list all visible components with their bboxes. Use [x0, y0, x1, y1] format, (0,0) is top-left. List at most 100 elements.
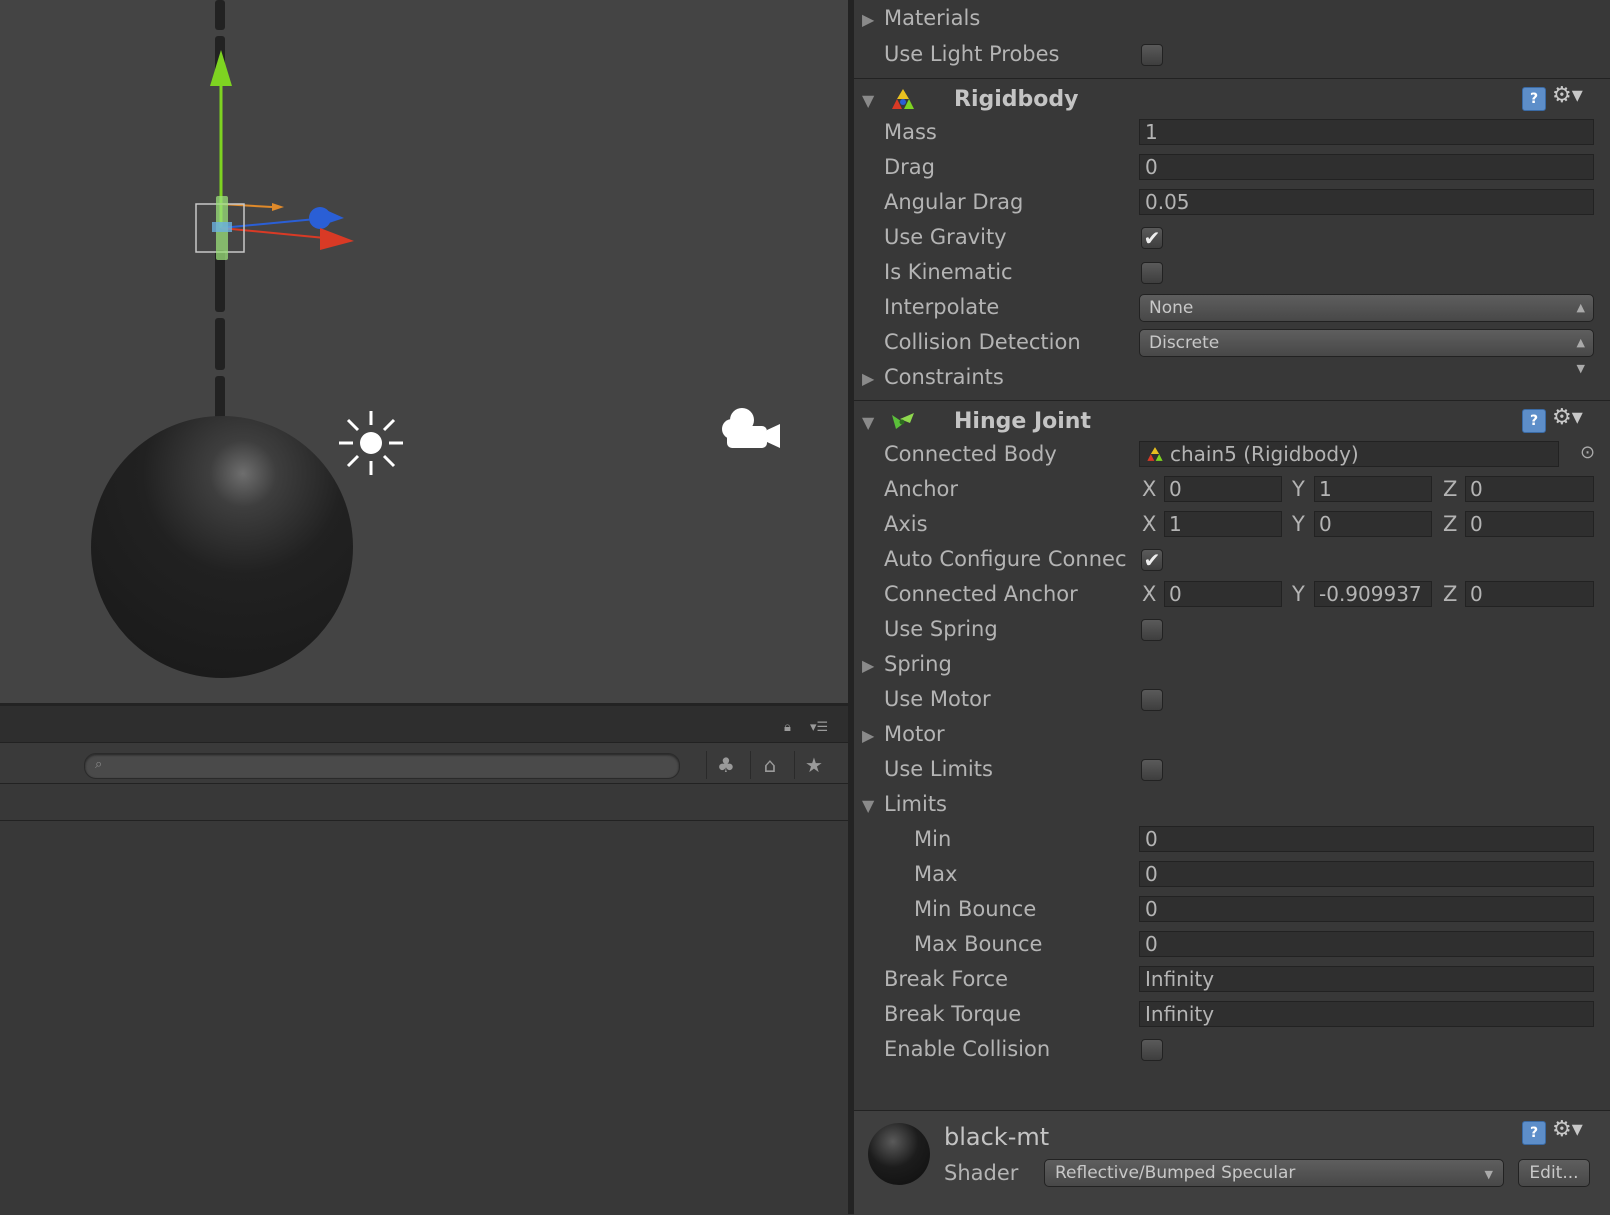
min-label: Min [914, 827, 952, 851]
rigidbody-icon [892, 89, 914, 109]
use-light-probes-checkbox[interactable] [1141, 44, 1163, 66]
panel-toolbar: ⌕ ♣ ⌂ ★ [0, 743, 848, 784]
object-picker-icon[interactable]: ⊙ [1580, 442, 1595, 463]
panel-tab-bar: 🔒︎ ▾☰ [0, 706, 848, 743]
connected-body-row: Connected Body chain5 (Rigidbody) ⊙ [854, 438, 1595, 472]
use-spring-checkbox[interactable] [1141, 619, 1163, 641]
material-section: black-mt Shader Reflective/Bumped Specul… [854, 1110, 1610, 1215]
scene-view[interactable] [0, 0, 848, 703]
use-motor-checkbox[interactable] [1141, 689, 1163, 711]
is-kinematic-row: Is Kinematic [854, 256, 1594, 290]
scene-canvas[interactable] [0, 0, 848, 703]
break-force-field[interactable]: Infinity [1139, 966, 1594, 992]
foldout-open-icon[interactable]: ▼ [862, 91, 874, 110]
rigidbody-icon [1147, 447, 1163, 461]
max-bounce-label: Max Bounce [914, 932, 1043, 956]
shader-dropdown[interactable]: Reflective/Bumped Specular ▼ [1044, 1159, 1504, 1187]
interpolate-value: None [1149, 298, 1194, 318]
spring-foldout[interactable]: ▶ Spring [854, 648, 1594, 682]
hinge-joint-title: Hinge Joint [954, 409, 1091, 434]
search-icon: ⌕ [95, 757, 103, 772]
materials-label: Materials [884, 6, 981, 30]
rigidbody-header[interactable]: ▼ Rigidbody ? ⚙▾ [854, 78, 1610, 119]
hinge-joint-header[interactable]: ▼ Hinge Joint ? ⚙▾ [854, 400, 1610, 441]
break-torque-field[interactable]: Infinity [1139, 1001, 1594, 1027]
rigidbody-title: Rigidbody [954, 87, 1079, 112]
y-label: Y [1292, 512, 1305, 536]
materials-foldout[interactable]: ▶ Materials [854, 2, 1594, 36]
interpolate-row: Interpolate None ▲▼ [854, 291, 1594, 340]
connected-anchor-row: Connected Anchor X 0 Y -0.909937 Z 0 [854, 578, 1594, 612]
break-torque-row: Break Torque Infinity [854, 998, 1594, 1032]
interpolate-label: Interpolate [884, 295, 1000, 319]
min-bounce-row: Min Bounce 0 [854, 893, 1594, 927]
drag-field[interactable]: 0 [1139, 154, 1594, 180]
break-torque-label: Break Torque [884, 1002, 1022, 1026]
connected-anchor-z-field[interactable]: 0 [1465, 581, 1594, 607]
mass-label: Mass [884, 120, 937, 144]
spring-label: Spring [884, 652, 952, 676]
connected-body-field[interactable]: chain5 (Rigidbody) [1139, 441, 1559, 467]
enable-collision-row: Enable Collision [854, 1033, 1594, 1067]
help-icon[interactable]: ? [1522, 87, 1546, 111]
gear-icon[interactable]: ⚙▾ [1552, 83, 1583, 108]
axis-y-field[interactable]: 0 [1314, 511, 1432, 537]
foldout-closed-icon: ▶ [862, 656, 875, 675]
z-label: Z [1443, 512, 1458, 536]
search-input[interactable]: ⌕ [84, 753, 680, 779]
connected-anchor-y-field[interactable]: -0.909937 [1314, 581, 1432, 607]
limits-label: Limits [884, 792, 947, 816]
light-icon[interactable] [339, 411, 403, 475]
use-limits-checkbox[interactable] [1141, 759, 1163, 781]
anchor-z-field[interactable]: 0 [1465, 476, 1594, 502]
mass-row: Mass 1 [854, 116, 1594, 150]
enable-collision-checkbox[interactable] [1141, 1039, 1163, 1061]
edit-shader-button[interactable]: Edit... [1518, 1159, 1590, 1187]
favorites-star-icon[interactable]: ★ [794, 751, 833, 779]
collision-detection-dropdown[interactable]: Discrete ▲ ▼ [1139, 329, 1594, 375]
help-icon[interactable]: ? [1522, 1121, 1546, 1145]
auto-configure-label: Auto Configure Connec [884, 547, 1127, 571]
use-motor-label: Use Motor [884, 687, 991, 711]
wrecking-ball[interactable] [91, 416, 353, 678]
min-bounce-field[interactable]: 0 [1139, 896, 1594, 922]
help-icon[interactable]: ? [1522, 409, 1546, 433]
axis-z-field[interactable]: 0 [1465, 511, 1594, 537]
gear-icon[interactable]: ⚙▾ [1552, 1117, 1583, 1142]
move-gizmo[interactable] [195, 50, 354, 260]
y-label: Y [1292, 477, 1305, 501]
project-panel: 🔒︎ ▾☰ ⌕ ♣ ⌂ ★ [0, 706, 848, 1214]
break-force-row: Break Force Infinity [854, 963, 1594, 997]
angular-drag-field[interactable]: 0.05 [1139, 189, 1594, 215]
mass-field[interactable]: 1 [1139, 119, 1594, 145]
anchor-row: Anchor X 0 Y 1 Z 0 [854, 473, 1594, 507]
material-preview [868, 1123, 930, 1185]
connected-anchor-x-field[interactable]: 0 [1164, 581, 1282, 607]
panel-menu-icon[interactable]: ▾☰ [810, 720, 828, 735]
camera-icon[interactable] [722, 408, 780, 448]
gear-icon[interactable]: ⚙▾ [1552, 405, 1583, 430]
auto-configure-checkbox[interactable]: ✔ [1141, 549, 1163, 571]
filter-by-label-icon[interactable]: ⌂ [750, 751, 789, 779]
filter-by-type-icon[interactable]: ♣ [706, 751, 745, 779]
gizmo-y-arrow [210, 50, 232, 86]
constraints-foldout[interactable]: ▶ Constraints [854, 361, 1594, 395]
interpolate-dropdown[interactable]: None ▲▼ [1139, 294, 1594, 340]
axis-row: Axis X 1 Y 0 Z 0 [854, 508, 1594, 542]
min-field[interactable]: 0 [1139, 826, 1594, 852]
is-kinematic-label: Is Kinematic [884, 260, 1013, 284]
limits-foldout[interactable]: ▼ Limits [854, 788, 1594, 822]
is-kinematic-checkbox[interactable] [1141, 262, 1163, 284]
inspector-panel: ▶ Materials Use Light Probes ▼ Rigidbody… [854, 0, 1610, 1215]
axis-x-field[interactable]: 1 [1164, 511, 1282, 537]
lock-icon[interactable]: 🔒︎ [784, 720, 791, 735]
panel-row [0, 784, 848, 821]
motor-foldout[interactable]: ▶ Motor [854, 718, 1594, 752]
anchor-x-field[interactable]: 0 [1164, 476, 1282, 502]
foldout-open-icon[interactable]: ▼ [862, 413, 874, 432]
use-gravity-checkbox[interactable]: ✔ [1141, 227, 1163, 249]
max-bounce-field[interactable]: 0 [1139, 931, 1594, 957]
anchor-y-field[interactable]: 1 [1314, 476, 1432, 502]
max-field[interactable]: 0 [1139, 861, 1594, 887]
connected-anchor-label: Connected Anchor [884, 582, 1078, 606]
